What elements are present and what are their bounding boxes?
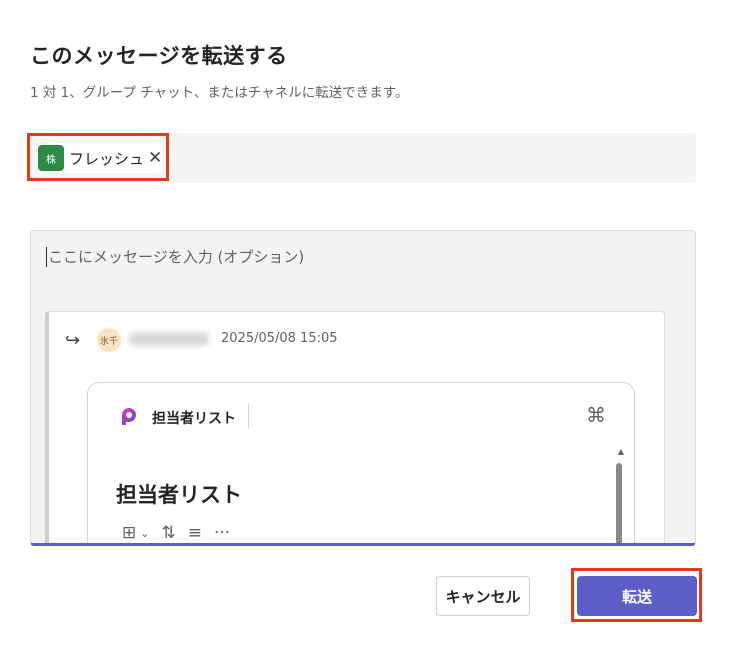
chevron-down-icon[interactable]: ⌄ bbox=[140, 527, 149, 540]
dialog-title: このメッセージを転送する bbox=[30, 44, 288, 68]
recipient-field[interactable]: 株 フレッシュ ✕ bbox=[30, 133, 696, 183]
recipient-name: フレッシュ bbox=[69, 149, 145, 168]
card-title: 担当者リスト bbox=[116, 483, 242, 507]
message-compose-area[interactable]: ここにメッセージを入力 (オプション) ↪ 氷千 2025/05/08 15:0… bbox=[30, 230, 696, 546]
scrollbar[interactable]: ▲ bbox=[616, 447, 624, 543]
message-input[interactable]: ここにメッセージを入力 (オプション) bbox=[46, 247, 304, 267]
scrollbar-thumb[interactable] bbox=[616, 463, 622, 543]
filter-icon[interactable]: ≡ bbox=[188, 523, 202, 543]
dialog-subtitle: 1 対 1、グループ チャット、またはチャネルに転送できます。 bbox=[30, 85, 409, 101]
sender-avatar: 氷千 bbox=[97, 328, 121, 352]
recipient-chip[interactable]: 株 フレッシュ ✕ bbox=[36, 143, 171, 173]
message-timestamp: 2025/05/08 15:05 bbox=[221, 331, 338, 346]
sender-name-blurred bbox=[129, 332, 209, 346]
loop-component-card: 担当者リスト ⌘ 担当者リスト ⊞ ⌄ ⇅ ≡ ··· ▲ bbox=[87, 382, 635, 543]
forwarded-message-card: ↪ 氷千 2025/05/08 15:05 担当者リスト ⌘ 担当者リスト ⊞ bbox=[45, 311, 665, 543]
forward-arrow-icon: ↪ bbox=[65, 330, 81, 351]
cancel-button[interactable]: キャンセル bbox=[436, 576, 530, 616]
more-options-icon[interactable]: ··· bbox=[214, 523, 230, 543]
card-toolbar: ⊞ ⌄ ⇅ ≡ ··· bbox=[122, 523, 230, 543]
apps-grid-icon[interactable]: ⌘ bbox=[586, 403, 606, 427]
sort-icon[interactable]: ⇅ bbox=[161, 523, 175, 543]
loop-app-icon bbox=[122, 408, 136, 425]
card-app-name: 担当者リスト bbox=[152, 411, 236, 427]
recipient-avatar: 株 bbox=[38, 145, 64, 171]
remove-recipient-icon[interactable]: ✕ bbox=[148, 148, 162, 168]
table-view-icon[interactable]: ⊞ bbox=[122, 523, 136, 543]
scroll-up-icon[interactable]: ▲ bbox=[618, 447, 624, 456]
card-divider bbox=[248, 403, 249, 429]
forward-button[interactable]: 転送 bbox=[577, 576, 697, 616]
